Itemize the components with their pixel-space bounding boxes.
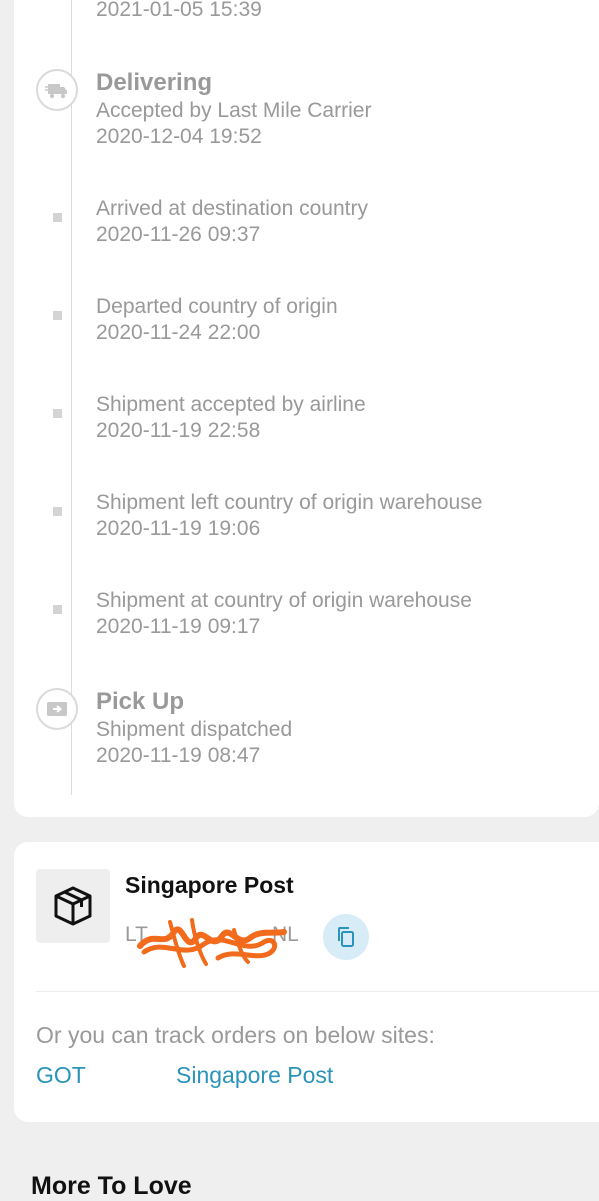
- event-description: Shipment dispatched: [96, 718, 293, 741]
- divider: [36, 991, 599, 992]
- event-time: 2021-01-05 15:39: [96, 0, 262, 21]
- event-time: 2020-12-04 19:52: [96, 125, 262, 148]
- other-sites-hint: Or you can track orders on below sites:: [36, 1022, 435, 1048]
- event-time: 2020-11-24 22:00: [96, 321, 261, 344]
- timeline-dot: [53, 311, 62, 320]
- timeline-event: Shipment at country of origin warehouse …: [96, 588, 472, 640]
- event-time: 2020-11-19 08:47: [96, 744, 261, 767]
- event-time: 2020-11-19 22:58: [96, 419, 261, 442]
- pickup-box-icon: [36, 688, 78, 730]
- package-box-icon: [36, 869, 110, 943]
- site-link-got[interactable]: GOT: [36, 1062, 86, 1089]
- timeline-event: Departed country of origin 2020-11-24 22…: [96, 294, 338, 346]
- timeline-event: Delivering Accepted by Last Mile Carrier…: [96, 68, 371, 150]
- event-description: Departed country of origin: [96, 295, 338, 318]
- event-title: Pick Up: [96, 688, 185, 715]
- event-description: Accepted by Last Mile Carrier: [96, 99, 372, 122]
- timeline-event: Shipment accepted by airline 2020-11-19 …: [96, 392, 366, 444]
- carrier-card: Singapore Post LT NL Or you can track ord…: [14, 842, 599, 1122]
- timeline-event: Arrived at destination country 2020-11-2…: [96, 196, 368, 248]
- event-time: 2020-11-26 09:37: [96, 223, 261, 246]
- site-link-singapore-post[interactable]: Singapore Post: [176, 1062, 333, 1089]
- event-time: 2020-11-19 09:17: [96, 615, 261, 638]
- delivery-truck-icon: [36, 69, 78, 111]
- timeline-event: Pick Up Shipment dispatched 2020-11-19 0…: [96, 687, 292, 769]
- copy-tracking-button[interactable]: [323, 914, 369, 960]
- event-description: Arrived at destination country: [96, 197, 368, 220]
- event-title: Delivering: [96, 69, 213, 96]
- timeline-dot: [53, 409, 62, 418]
- event-description: Shipment accepted by airline: [96, 393, 366, 416]
- event-time: 2020-11-19 19:06: [96, 517, 261, 540]
- section-title-more-to-love: More To Love: [31, 1172, 192, 1200]
- timeline-event: 2021-01-05 15:39: [96, 0, 262, 23]
- carrier-name: Singapore Post: [125, 872, 294, 898]
- event-description: Shipment left country of origin warehous…: [96, 491, 483, 514]
- timeline-event: Shipment left country of origin warehous…: [96, 490, 482, 542]
- event-description: Shipment at country of origin warehouse: [96, 589, 472, 612]
- timeline-dot: [53, 213, 62, 222]
- redaction-scribble: [137, 918, 287, 968]
- timeline-line: [71, 0, 72, 795]
- timeline-dot: [53, 507, 62, 516]
- timeline-dot: [53, 605, 62, 614]
- copy-icon: [338, 927, 354, 947]
